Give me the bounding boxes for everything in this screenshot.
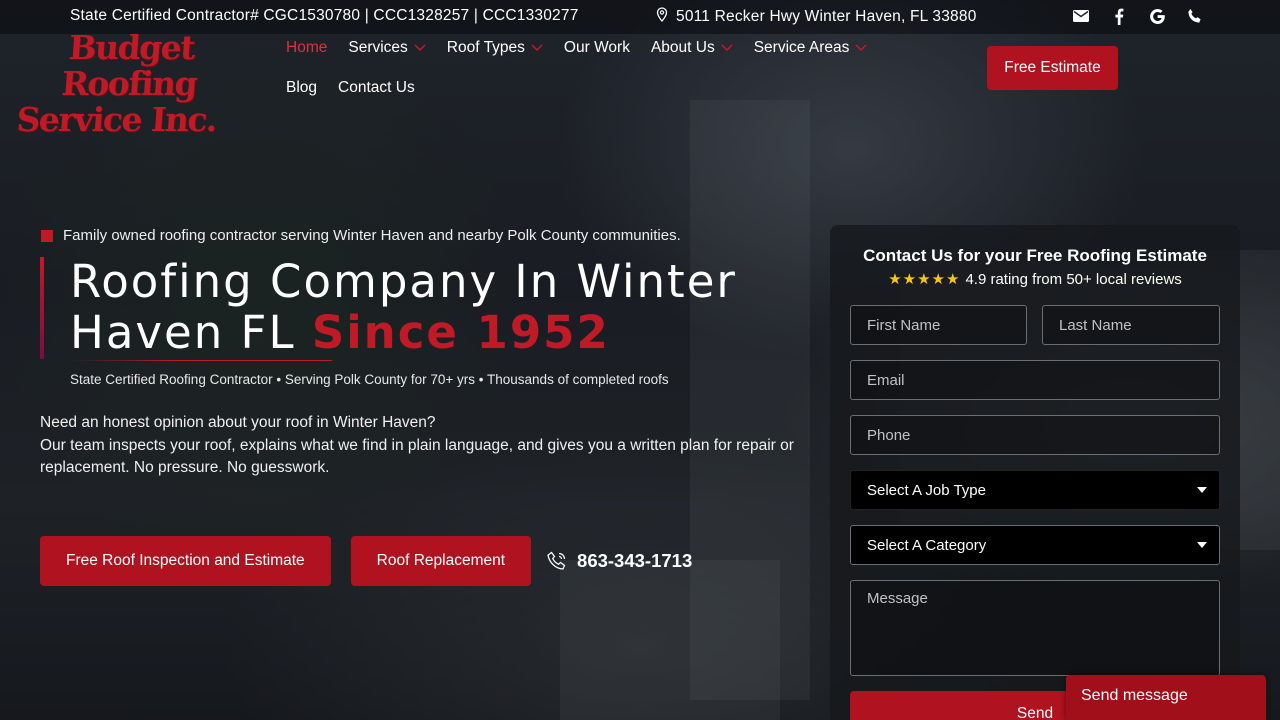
logo-line2: Service Inc.: [15, 100, 218, 139]
nav-label: Blog: [286, 79, 318, 96]
category-select[interactable]: Select A Category: [850, 525, 1220, 565]
phone-outline-icon: [547, 551, 566, 570]
rating-stars: ★★★★★: [888, 271, 961, 288]
contractor-license-text: State Certified Contractor# CGC1530780 |…: [70, 7, 579, 24]
google-icon[interactable]: [1148, 6, 1166, 26]
first-name-field[interactable]: First Name: [850, 305, 1027, 345]
send-message-chat-widget[interactable]: Send message: [1066, 675, 1266, 720]
message-textarea[interactable]: Message: [850, 580, 1220, 676]
nav-label: Home: [286, 39, 328, 56]
chevron-down-icon: [531, 44, 543, 52]
free-estimate-button[interactable]: Free Estimate: [987, 46, 1118, 90]
nav-item-about-us[interactable]: About Us: [651, 39, 733, 57]
red-square-bullet: [41, 229, 53, 242]
company-logo[interactable]: Budget Roofing Service Inc.: [11, 28, 248, 139]
title-underline: [70, 360, 332, 361]
envelope-icon[interactable]: [1072, 6, 1090, 26]
last-name-field[interactable]: Last Name: [1042, 305, 1220, 345]
job-type-value: Select A Job Type: [867, 481, 986, 499]
email-field[interactable]: Email: [850, 360, 1220, 400]
estimate-form-card: Contact Us for your Free Roofing Estimat…: [830, 225, 1240, 720]
chevron-down-icon: [721, 44, 733, 52]
nav-item-services[interactable]: Services: [348, 39, 426, 57]
nav-label: Contact Us: [338, 79, 415, 96]
nav-row-1: Home Services Roof Types Our Work About …: [286, 36, 966, 60]
nav-item-roof-types[interactable]: Roof Types: [447, 39, 543, 57]
address-link[interactable]: 5011 Recker Hwy Winter Haven, FL 33880: [656, 7, 977, 27]
page-title: Roofing Company In Winter Haven FL Since…: [70, 256, 810, 358]
caret-down-icon: [1197, 542, 1207, 548]
nav-label: Services: [348, 39, 408, 56]
tagline-text: Family owned roofing contractor serving …: [63, 227, 681, 244]
phone-number: 863-343-1713: [577, 550, 693, 571]
job-type-select[interactable]: Select A Job Type: [850, 470, 1220, 510]
chevron-down-icon: [414, 44, 426, 52]
category-value: Select A Category: [867, 536, 987, 554]
hero-description: Need an honest opinion about your roof i…: [40, 412, 800, 480]
hero-tagline: Family owned roofing contractor serving …: [41, 227, 681, 244]
nav-item-contact-us[interactable]: Contact Us: [338, 79, 415, 97]
nav-label: Our Work: [563, 39, 630, 56]
map-pin-icon: [656, 7, 668, 27]
caret-down-icon: [1197, 487, 1207, 493]
nav-label: Roof Types: [446, 39, 525, 56]
form-rating: ★★★★★ 4.9 rating from 50+ local reviews: [830, 270, 1240, 288]
nav-item-home[interactable]: Home: [286, 39, 327, 57]
phone-icon[interactable]: [1186, 6, 1204, 26]
logo-line1: Budget Roofing: [60, 28, 198, 103]
hero-stats: State Certified Roofing Contractor • Ser…: [70, 372, 669, 387]
free-inspection-button[interactable]: Free Roof Inspection and Estimate: [40, 536, 331, 586]
nav-item-blog[interactable]: Blog: [286, 79, 317, 97]
chevron-down-icon: [855, 44, 867, 52]
facebook-icon[interactable]: [1110, 6, 1128, 26]
rating-text: 4.9 rating from 50+ local reviews: [965, 271, 1182, 288]
form-title: Contact Us for your Free Roofing Estimat…: [863, 246, 1207, 265]
nav-label: About Us: [650, 39, 715, 56]
social-links: [1072, 6, 1204, 26]
phone-field[interactable]: Phone: [850, 415, 1220, 455]
desc-line1: Need an honest opinion about your roof i…: [40, 414, 436, 431]
cta-row: Free Roof Inspection and Estimate Roof R…: [40, 536, 692, 586]
phone-link[interactable]: 863-343-1713: [547, 550, 692, 572]
title-accent: Since 1952: [311, 306, 610, 359]
address-text: 5011 Recker Hwy Winter Haven, FL 33880: [676, 8, 977, 25]
main-navigation: Home Services Roof Types Our Work About …: [286, 36, 966, 116]
title-accent-bar: [40, 257, 44, 359]
nav-item-service-areas[interactable]: Service Areas: [754, 39, 868, 57]
desc-line2: Our team inspects your roof, explains wh…: [40, 436, 794, 477]
nav-row-2: Blog Contact Us: [286, 76, 966, 100]
nav-item-our-work[interactable]: Our Work: [564, 39, 630, 57]
roof-replacement-button[interactable]: Roof Replacement: [350, 536, 532, 586]
nav-label: Service Areas: [753, 39, 850, 56]
